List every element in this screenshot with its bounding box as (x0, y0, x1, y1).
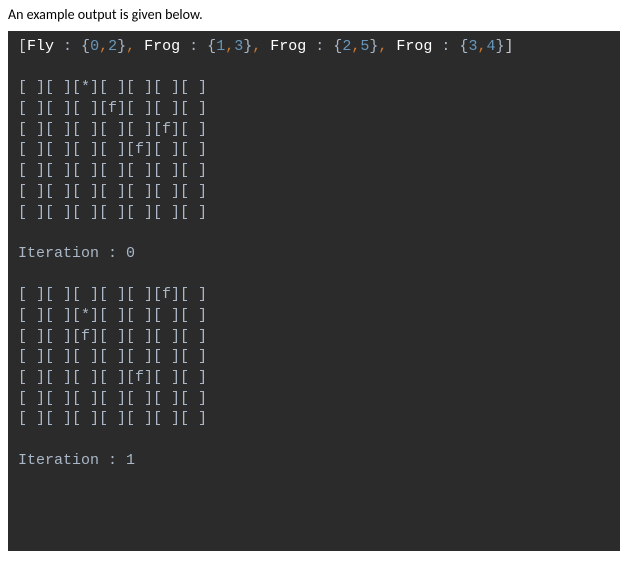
grid1-row-2: [ ][ ][f][ ][ ][ ][ ] (18, 327, 610, 348)
entry-x-1: 1 (216, 38, 225, 55)
grid0-row-1: [ ][ ][ ][f][ ][ ][ ] (18, 99, 610, 120)
entry-y-1: 3 (234, 38, 243, 55)
grid0-row-6: [ ][ ][ ][ ][ ][ ][ ] (18, 203, 610, 224)
terminal-output: [Fly : {0,2}, Frog : {1,3}, Frog : {2,5}… (8, 31, 620, 551)
grid1-row-1: [ ][ ][*][ ][ ][ ][ ] (18, 306, 610, 327)
grid0-row-5: [ ][ ][ ][ ][ ][ ][ ] (18, 182, 610, 203)
iteration-label-1: Iteration : 1 (18, 451, 610, 472)
grid0-row-3: [ ][ ][ ][ ][f][ ][ ] (18, 140, 610, 161)
grid0-row-4: [ ][ ][ ][ ][ ][ ][ ] (18, 161, 610, 182)
header-line: [Fly : {0,2}, Frog : {1,3}, Frog : {2,5}… (18, 37, 610, 58)
intro-text: An example output is given below. (0, 0, 628, 31)
entry-label-3: Frog (396, 38, 432, 55)
entry-y-0: 2 (108, 38, 117, 55)
entry-label-0: Fly (27, 38, 54, 55)
entry-x-0: 0 (90, 38, 99, 55)
grid1-row-4: [ ][ ][ ][ ][f][ ][ ] (18, 368, 610, 389)
entry-y-2: 5 (360, 38, 369, 55)
grid0-row-0: [ ][ ][*][ ][ ][ ][ ] (18, 78, 610, 99)
blank-line (18, 430, 610, 451)
grid0-row-2: [ ][ ][ ][ ][ ][f][ ] (18, 120, 610, 141)
grid1-row-5: [ ][ ][ ][ ][ ][ ][ ] (18, 389, 610, 410)
iteration-label-0: Iteration : 0 (18, 244, 610, 265)
blank-line (18, 265, 610, 286)
grid1-row-6: [ ][ ][ ][ ][ ][ ][ ] (18, 409, 610, 430)
close-bracket: ] (505, 38, 514, 55)
entry-label-1: Frog (144, 38, 180, 55)
grid1-row-0: [ ][ ][ ][ ][ ][f][ ] (18, 285, 610, 306)
blank-line (18, 223, 610, 244)
grid1-row-3: [ ][ ][ ][ ][ ][ ][ ] (18, 347, 610, 368)
open-bracket: [ (18, 38, 27, 55)
entry-label-2: Frog (270, 38, 306, 55)
blank-line (18, 58, 610, 79)
entry-x-2: 2 (342, 38, 351, 55)
